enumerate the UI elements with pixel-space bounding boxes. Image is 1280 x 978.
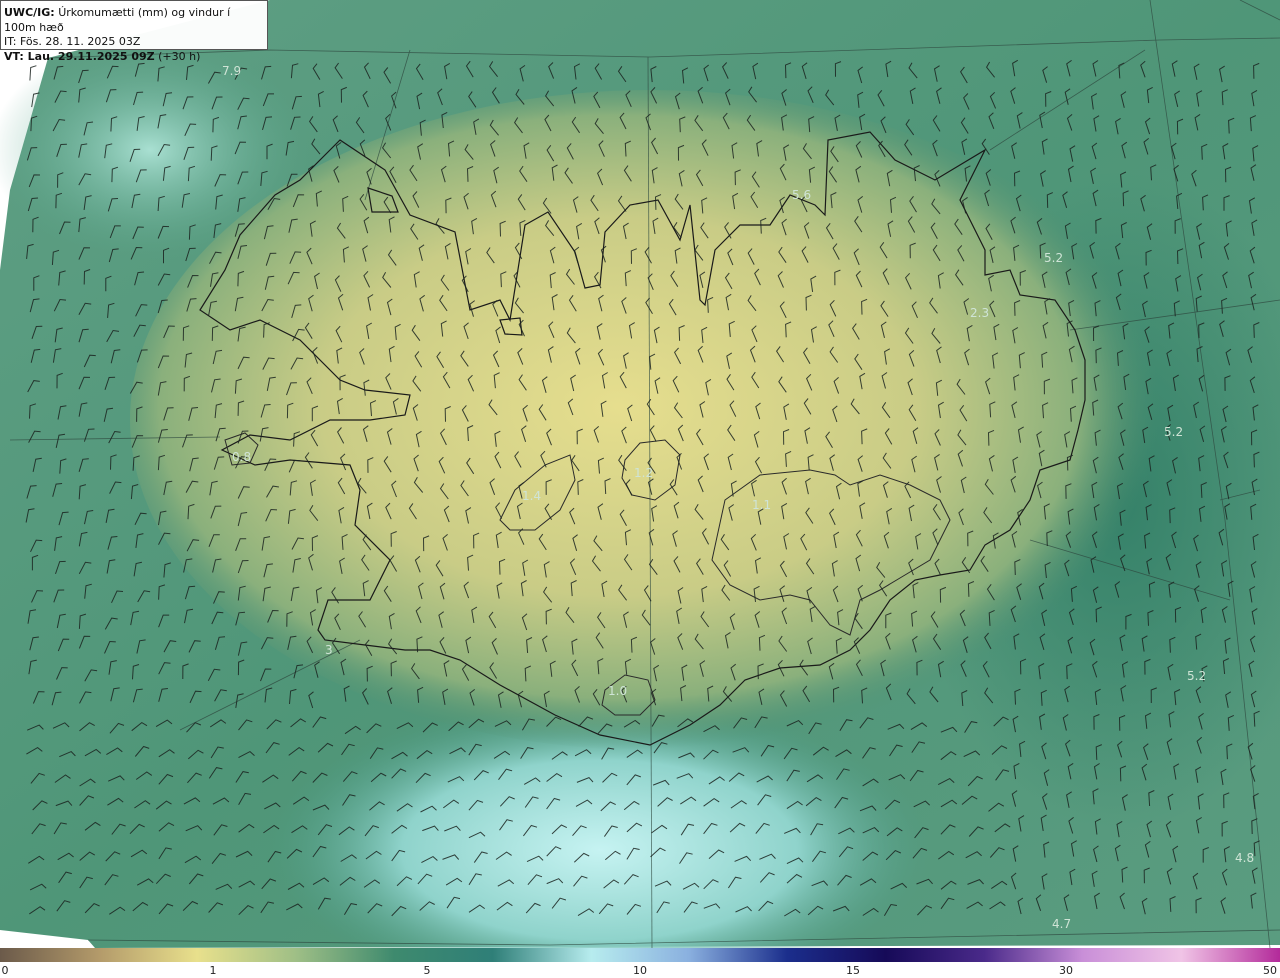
value-label: 3 [325,643,333,657]
product-code: UWC/IG: [4,6,55,19]
value-label: 4.7 [1052,917,1071,931]
colorbar-labels: 0 1 5 10 15 30 50 [0,962,1280,978]
colorbar-tick: 30 [1059,964,1073,977]
value-label: 5.2 [1187,669,1206,683]
colorbar-tick: 50 [1263,964,1277,977]
value-label: 1.0 [608,684,627,698]
value-label: 5.2 [1044,251,1063,265]
value-label: 5.2 [1164,425,1183,439]
colorbar-tick: 1 [209,964,217,977]
value-label: 4.8 [1235,851,1254,865]
valid-time-line: VT: Lau. 29.11.2025 09Z (+30 h) [4,50,264,65]
colorbar-tick: 5 [423,964,431,977]
lead-time: (+30 h) [158,49,201,63]
map-title-box: UWC/IG: Úrkomumætti (mm) og vindur í 100… [0,0,268,63]
title-line: UWC/IG: Úrkomumætti (mm) og vindur í 100… [4,6,264,35]
weather-map: 7.9 5.6 5.2 2.3 5.2 0.8 1.4 1.2 1.1 5.2 … [0,0,1280,948]
initial-time: IT: Fös. 28. 11. 2025 03Z [4,35,141,48]
valid-time: VT: Lau. 29.11.2025 09Z [4,49,155,63]
colorbar-tick: 0 [1,964,9,977]
value-label: 0.8 [232,450,251,464]
colorbar [0,948,1280,962]
value-label: 7.9 [222,64,241,78]
colorbar-tick: 15 [846,964,860,977]
colorbar-tick: 10 [633,964,647,977]
colorbar-ramp [0,948,1280,962]
value-label: 1.4 [522,489,541,503]
value-label: 5.6 [792,188,811,202]
value-label: 2.3 [970,306,989,320]
value-label: 1.2 [634,466,653,480]
value-label: 1.1 [752,498,771,512]
